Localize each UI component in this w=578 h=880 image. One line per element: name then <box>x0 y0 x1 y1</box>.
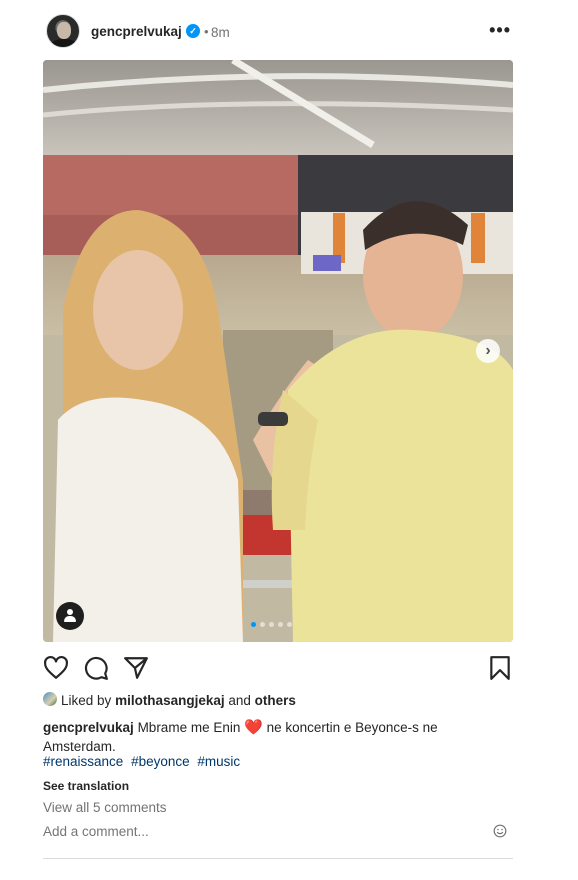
post-time[interactable]: 8m <box>211 25 230 40</box>
hashtag-link[interactable]: #beyonce <box>131 754 190 769</box>
carousel-indicator <box>251 622 292 627</box>
hashtags: #renaissance #beyonce #music <box>43 754 244 769</box>
post-caption: gencprelvukaj Mbrame me Enin ❤️ ne konce… <box>43 718 483 756</box>
bookmark-icon[interactable] <box>487 655 513 681</box>
carousel-dot <box>260 622 265 627</box>
avatar-shoulders <box>50 39 78 47</box>
caption-username[interactable]: gencprelvukaj <box>43 720 134 735</box>
post-photo[interactable]: › <box>43 60 513 642</box>
separator: • <box>204 24 209 39</box>
user-icon-body <box>64 616 76 622</box>
likes-and: and <box>228 693 251 708</box>
avatar[interactable] <box>46 14 80 48</box>
post-actions <box>43 655 513 681</box>
carousel-dot <box>269 622 274 627</box>
verified-icon: ✓ <box>186 24 200 38</box>
comment-input[interactable] <box>43 824 463 839</box>
concert-photo-illustration <box>43 60 513 642</box>
comment-row <box>43 816 513 846</box>
hashtag-link[interactable]: #renaissance <box>43 754 123 769</box>
post-divider <box>43 858 513 859</box>
avatar-face <box>57 22 71 39</box>
liker-username[interactable]: milothasangjekaj <box>115 693 225 708</box>
post-header: gencprelvukaj ✓ • 8m ••• <box>43 12 513 52</box>
likes-prefix: Liked by <box>61 693 112 708</box>
see-translation-link[interactable]: See translation <box>43 779 129 793</box>
emoji-picker-icon[interactable] <box>493 824 507 838</box>
carousel-dot-active <box>251 622 256 627</box>
view-comments-link[interactable]: View all 5 comments <box>43 800 167 815</box>
next-photo-button[interactable]: › <box>476 339 500 363</box>
caption-text-before: Mbrame me Enin <box>137 720 241 735</box>
heart-outline-icon[interactable] <box>43 655 69 681</box>
more-options-icon[interactable]: ••• <box>489 20 511 41</box>
likes-text: Liked by milothasangjekaj and others <box>61 693 296 708</box>
username-link[interactable]: gencprelvukaj <box>91 24 182 39</box>
carousel-dot <box>287 622 292 627</box>
hashtag-link[interactable]: #music <box>197 754 240 769</box>
likes-others-link[interactable]: others <box>255 693 296 708</box>
comment-bubble-icon[interactable] <box>83 655 109 681</box>
tagged-users-button[interactable] <box>56 602 84 630</box>
liker-avatar[interactable] <box>43 692 57 706</box>
carousel-dot <box>278 622 283 627</box>
heart-emoji-icon: ❤️ <box>244 719 263 736</box>
user-icon-head <box>67 609 73 615</box>
paper-plane-icon[interactable] <box>123 655 149 681</box>
